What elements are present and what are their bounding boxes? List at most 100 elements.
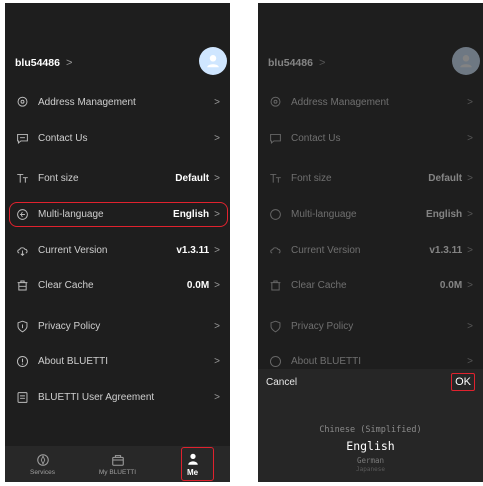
font-size-value: Default [175, 173, 210, 185]
chevron-right-icon: > [467, 320, 473, 332]
cancel-button[interactable]: Cancel [266, 377, 297, 388]
language-option[interactable]: Japanese [356, 466, 385, 473]
chevron-right-icon: > [467, 244, 473, 256]
tab-services[interactable]: Services [5, 446, 80, 482]
menu-item-address-management: Address Management > [258, 85, 483, 121]
ok-button[interactable]: OK [451, 373, 475, 391]
user-icon [187, 453, 198, 465]
chevron-right-icon: > [214, 280, 220, 292]
language-option[interactable]: Chinese (Simplified) [319, 425, 421, 435]
chevron-right-icon: > [214, 392, 220, 404]
menu-item-label: Multi-language [38, 209, 104, 221]
language-option[interactable]: German [357, 456, 384, 465]
avatar[interactable] [199, 47, 227, 75]
location-pin-icon [268, 96, 282, 110]
menu-item-label: Font size [291, 173, 332, 185]
settings-menu: Address Management > Contact Us > Font s… [258, 85, 483, 380]
chevron-right-icon: > [214, 320, 220, 332]
menu-item-label: Font size [38, 173, 79, 185]
language-picker-sheet: Cancel OK Chinese (Simplified) English G… [258, 369, 483, 482]
language-value: English [426, 209, 463, 221]
menu-item-label: Address Management [38, 97, 136, 109]
menu-item-font-size[interactable]: Font size Default > [5, 161, 230, 197]
trash-icon [268, 279, 282, 293]
menu-item-multi-language: Multi-language English > [258, 197, 483, 233]
profile-row: blu54486 > [258, 45, 483, 81]
device-icon [111, 454, 124, 466]
version-value: v1.3.11 [176, 244, 210, 256]
cache-size-value: 0.0M [439, 280, 463, 292]
shield-icon [268, 319, 282, 333]
language-icon [15, 208, 29, 222]
chevron-right-icon: > [214, 356, 220, 368]
menu-item-address-management[interactable]: Address Management > [5, 85, 230, 121]
menu-item-label: Contact Us [38, 132, 88, 144]
chat-bubble-icon [15, 131, 29, 145]
document-icon [15, 391, 29, 405]
tab-label: My BLUETTI [98, 468, 137, 476]
compass-icon [36, 453, 49, 466]
info-icon [268, 355, 282, 369]
menu-item-privacy-policy[interactable]: Privacy Policy > [5, 309, 230, 345]
chevron-right-icon: > [467, 209, 473, 221]
shield-icon [15, 319, 29, 333]
chevron-right-icon: > [214, 244, 220, 256]
chevron-right-icon: > [467, 132, 473, 144]
tab-label: Me [186, 467, 199, 477]
menu-item-label: BLUETTI User Agreement [38, 392, 155, 404]
menu-item-label: Current Version [38, 244, 108, 256]
language-wheel[interactable]: Chinese (Simplified) English German Japa… [258, 425, 483, 473]
info-icon [15, 355, 29, 369]
menu-item-label: Multi-language [291, 209, 357, 221]
chevron-right-icon: > [214, 173, 220, 185]
menu-item-clear-cache[interactable]: Clear Cache 0.0M > [5, 268, 230, 304]
cloud-download-icon [268, 243, 282, 257]
language-icon [268, 208, 282, 222]
menu-item-label: Current Version [291, 244, 361, 256]
menu-item-about-bluetti[interactable]: About BLUETTI > [5, 344, 230, 380]
language-option-selected[interactable]: English [346, 439, 394, 453]
me-screen: blu54486 > Address Management > Contact … [5, 3, 230, 482]
menu-item-current-version[interactable]: Current Version v1.3.11 > [5, 232, 230, 268]
menu-item-contact-us: Contact Us > [258, 121, 483, 157]
username: blu54486 [15, 57, 60, 69]
chevron-right-icon: > [467, 173, 473, 185]
menu-item-label: Privacy Policy [291, 320, 354, 332]
menu-item-contact-us[interactable]: Contact Us > [5, 121, 230, 157]
menu-item-current-version: Current Version v1.3.11 > [258, 232, 483, 268]
menu-item-label: Clear Cache [291, 280, 347, 292]
menu-item-privacy-policy: Privacy Policy > [258, 309, 483, 345]
tab-me[interactable]: Me [155, 446, 230, 482]
chevron-right-icon: > [318, 57, 326, 69]
user-avatar-icon [460, 55, 472, 68]
location-pin-icon [15, 96, 29, 110]
avatar [452, 47, 480, 75]
font-size-icon [15, 172, 29, 186]
cloud-download-icon [15, 243, 29, 257]
profile-row[interactable]: blu54486 > [5, 45, 230, 81]
tab-my-bluetti[interactable]: My BLUETTI [80, 446, 155, 482]
trash-icon [15, 279, 29, 293]
menu-item-label: About BLUETTI [38, 356, 109, 368]
font-size-icon [268, 172, 282, 186]
tab-label: Services [30, 468, 55, 476]
settings-menu: Address Management > Contact Us > Font s… [5, 85, 230, 415]
menu-item-clear-cache: Clear Cache 0.0M > [258, 268, 483, 304]
menu-item-font-size: Font size Default > [258, 161, 483, 197]
menu-item-user-agreement[interactable]: BLUETTI User Agreement > [5, 380, 230, 416]
chat-bubble-icon [268, 131, 282, 145]
menu-item-label: Clear Cache [38, 280, 94, 292]
chevron-right-icon: > [214, 132, 220, 144]
menu-item-label: About BLUETTI [291, 356, 362, 368]
menu-item-label: Address Management [291, 97, 389, 109]
chevron-right-icon: > [467, 97, 473, 109]
chevron-right-icon: > [214, 209, 220, 221]
cache-size-value: 0.0M [186, 280, 210, 292]
menu-item-label: Privacy Policy [38, 320, 101, 332]
language-picker-screen: blu54486 > Address Management > Contact … [258, 3, 483, 482]
menu-item-label: Contact Us [291, 132, 341, 144]
menu-item-multi-language[interactable]: Multi-language English > [5, 197, 230, 233]
chevron-right-icon: > [214, 97, 220, 109]
user-avatar-icon [207, 55, 219, 68]
font-size-value: Default [428, 173, 463, 185]
